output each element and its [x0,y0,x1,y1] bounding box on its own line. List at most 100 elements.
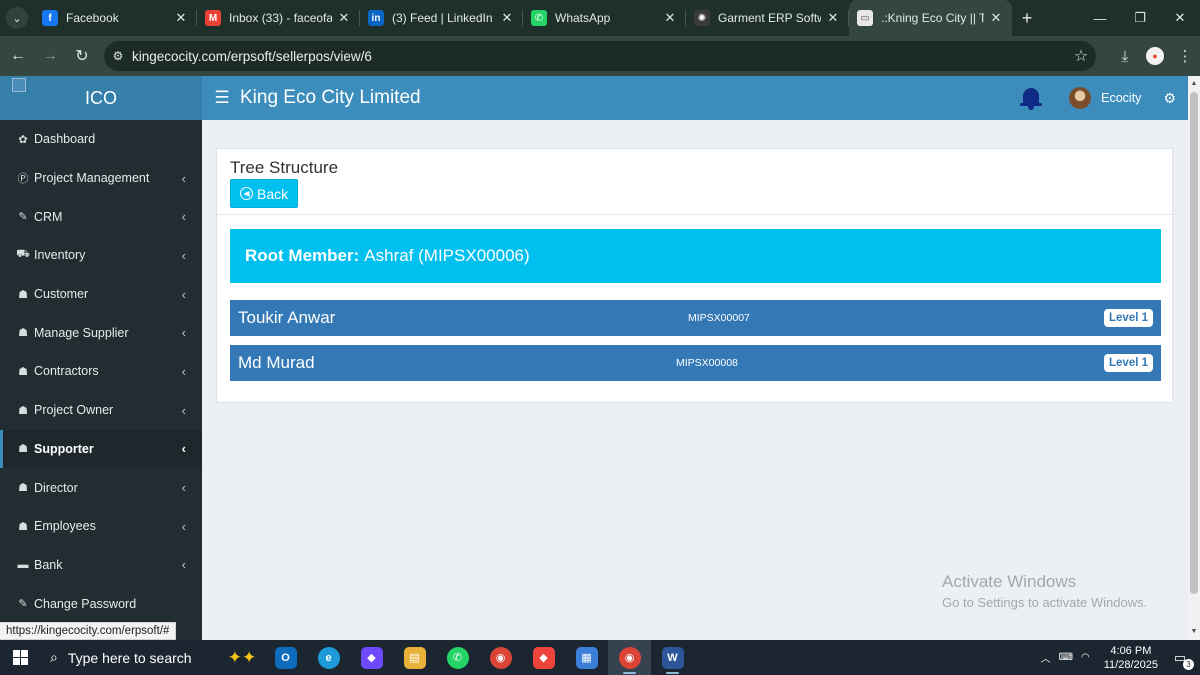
browser-toolbar-right: ⤓ ● ⋮ [1110,36,1200,76]
scroll-down-arrow-icon[interactable]: ▼ [1188,626,1200,638]
taskbar-app-proton[interactable]: ◆ [350,640,393,675]
sidebar-item-label: Project Owner [34,403,114,418]
browser-tab[interactable]: ✺ Garment ERP Software ✕ [686,0,849,36]
sidebar-item-project-owner[interactable]: ☗ Project Owner ‹ [0,391,202,430]
menu-icon: ⛟ [16,248,30,261]
sidebar-item-customer[interactable]: ☗ Customer ‹ [0,275,202,314]
taskbar-app-anydesk[interactable]: ◆ [522,640,565,675]
page-title: Tree Structure [230,158,339,177]
sidebar-item-bank[interactable]: ▬ Bank ‹ [0,546,202,585]
close-tab-icon[interactable]: ✕ [825,10,841,26]
status-bar-url: https://kingecocity.com/erpsoft/# [0,622,177,640]
sidebar-menu: ✿ Dashboard Ⓟ Project Management ‹ ✎ CRM ‹ ⛟ Inve… [0,120,202,623]
chevron-left-icon: ‹ [181,247,186,263]
chevron-left-icon: ‹ [181,518,186,534]
sidebar-item-inventory[interactable]: ⛟ Inventory ‹ [0,236,202,275]
menu-icon: ☗ [18,520,28,533]
minimize-button[interactable]: — [1080,0,1120,36]
notification-center-icon[interactable]: ▭ 3 [1170,650,1194,670]
back-nav-button[interactable]: ← [2,36,34,76]
sidebar-item-contractors[interactable]: ☗ Contractors ‹ [0,352,202,391]
close-tab-icon[interactable]: ✕ [499,10,515,26]
page-icon: ▭ [857,10,873,26]
sidebar-item-change-password[interactable]: ✎ Change Password [0,584,202,623]
scroll-up-arrow-icon[interactable]: ▲ [1188,78,1200,90]
taskbar-app-whatsapp[interactable]: ✆ [436,640,479,675]
sidebar-item-label: Change Password [34,596,137,611]
scroll-thumb[interactable] [1190,92,1198,594]
tab-search-button[interactable]: ⌄ [0,0,34,36]
brand-text: ICO [84,87,117,108]
close-tab-icon[interactable]: ✕ [988,10,1004,26]
more-menu-icon[interactable]: ⋮ [1170,47,1200,65]
taskbar-apps: Oe ◆ ▤ ✆ ◉ ◆ ▦ ◉ W [264,640,694,675]
sidebar-item-label: Supporter [34,441,94,456]
page-scrollbar[interactable]: ▲ ▼ [1188,76,1200,640]
wifi-icon[interactable]: ◠ [1081,652,1090,663]
browser-tab[interactable]: in (3) Feed | LinkedIn ✕ [360,0,523,36]
forward-nav-button[interactable]: → [34,36,66,76]
taskbar-app-chrome[interactable]: ◉ [479,640,522,675]
taskbar-app-outlook[interactable]: O [264,640,307,675]
bookmark-star-icon[interactable]: ☆ [1066,46,1096,66]
sidebar-item-supporter[interactable]: ☗ Supporter ‹ [0,429,202,469]
broken-image-icon [12,78,26,92]
taskbar-app-edge[interactable]: e [307,640,350,675]
sidebar-item-project-management[interactable]: Ⓟ Project Management ‹ [0,159,202,198]
level-badge: Level 1 [1104,309,1153,327]
close-tab-icon[interactable]: ✕ [662,10,678,26]
member-row[interactable]: Md Murad MIPSX00008 Level 1 [230,345,1161,381]
chevron-left-icon: ‹ [181,402,186,418]
new-tab-button[interactable]: + [1012,8,1042,29]
close-tab-icon[interactable]: ✕ [336,10,352,26]
close-window-button[interactable]: ✕ [1160,0,1200,36]
browser-tab[interactable]: ✆ WhatsApp ✕ [523,0,686,36]
user-name[interactable]: Ecocity [1101,91,1141,105]
chevron-left-icon: ‹ [181,363,186,379]
sidebar-item-label: CRM [34,209,63,224]
hamburger-menu-icon[interactable]: ☰ [204,88,240,108]
browser-tab[interactable]: M Inbox (33) - faceofartu ✕ [197,0,360,36]
tab-title: Garment ERP Software [718,11,821,25]
reload-button[interactable]: ↻ [66,36,98,76]
whatsapp-icon: ✆ [446,646,469,669]
file-explorer-icon: ▤ [403,646,426,669]
site-info-icon[interactable]: ⚙ [104,49,132,63]
taskbar-search[interactable]: ⌕ Type here to search [40,640,220,675]
browser-tab[interactable]: f Facebook ✕ [34,0,197,36]
notification-bell-icon[interactable] [1017,86,1045,110]
back-button[interactable]: ◀ Back [230,179,299,208]
sidebar-item-manage-supplier[interactable]: ☗ Manage Supplier ‹ [0,313,202,352]
member-name: Toukir Anwar [238,308,336,327]
restore-button[interactable]: ❐ [1120,0,1160,36]
close-tab-icon[interactable]: ✕ [173,10,189,26]
taskbar-app-word[interactable]: W [651,640,694,675]
clock[interactable]: 4:06 PM 11/28/2025 [1104,644,1158,672]
company-title: King Eco City Limited [240,87,421,108]
browser-tab[interactable]: ▭ .:Kning Eco City || Tree ✕ [849,0,1012,36]
taskbar-app-store[interactable]: ▦ [565,640,608,675]
taskbar-app-file-explorer[interactable]: ▤ [393,640,436,675]
anydesk-icon: ◆ [532,646,555,669]
member-row[interactable]: Toukir Anwar MIPSX00007 Level 1 [230,300,1161,336]
chevron-up-icon[interactable]: ︿ [1041,650,1051,665]
sidebar-item-dashboard[interactable]: ✿ Dashboard [0,120,202,159]
omnibox[interactable]: ⚙ kingecocity.com/erpsoft/sellerpos/view… [104,41,1096,71]
start-button[interactable] [0,640,40,675]
sidebar-item-employees[interactable]: ☗ Employees ‹ [0,507,202,546]
download-icon[interactable]: ⤓ [1110,48,1140,65]
avatar[interactable] [1069,87,1092,109]
profile-icon[interactable]: ● [1146,47,1164,65]
sidebar-item-director[interactable]: ☗ Director ‹ [0,468,202,507]
chevron-left-icon: ‹ [181,209,186,225]
menu-icon: ✎ [18,598,28,611]
gears-icon[interactable]: ⚙ [1163,90,1176,107]
watermark-subtitle: Go to Settings to activate Windows. [942,595,1148,610]
url-text[interactable]: kingecocity.com/erpsoft/sellerpos/view/6 [132,49,1066,64]
sidebar-item-crm[interactable]: ✎ CRM ‹ [0,197,202,236]
taskbar-app-chrome[interactable]: ◉ [608,640,651,675]
sidebar-item-label: Inventory [34,248,86,263]
brand-logo[interactable]: ICO [0,76,202,120]
copilot-sparkle-icon[interactable]: ✦✦ [220,648,264,668]
language-icon[interactable]: ⌨ [1059,652,1073,663]
